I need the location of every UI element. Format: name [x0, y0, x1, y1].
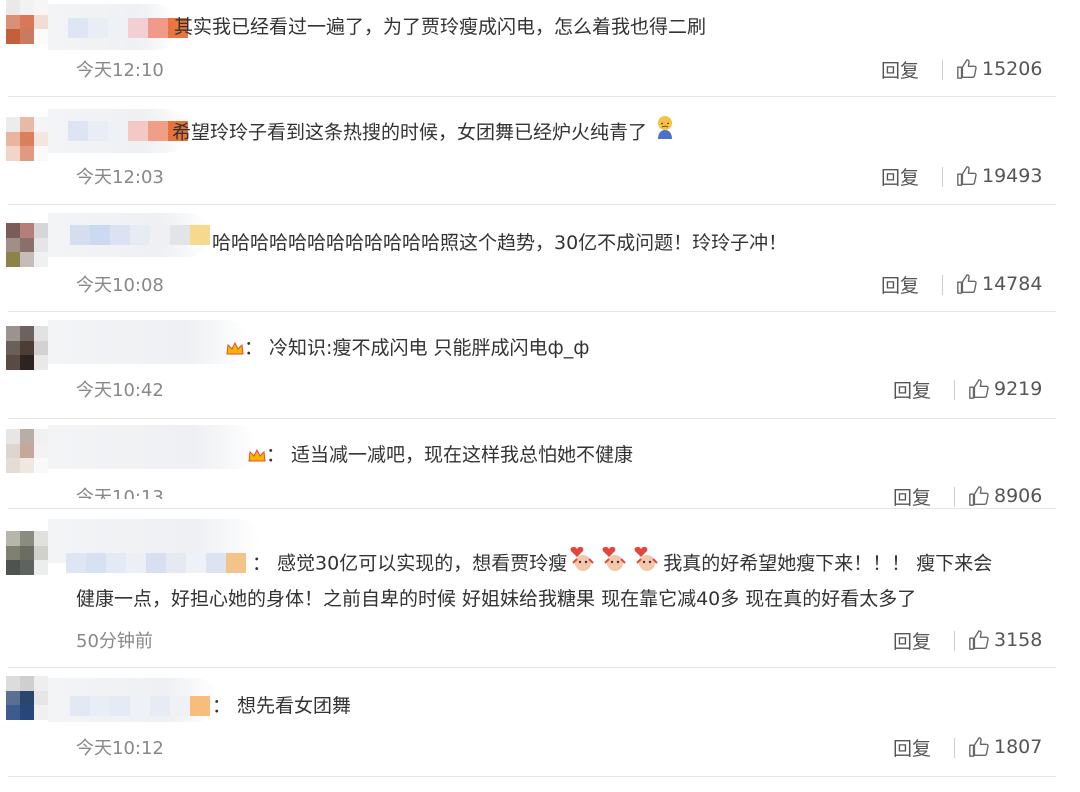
reply-button[interactable]: 回复	[881, 271, 919, 298]
thumbs-up-icon	[969, 486, 989, 506]
comment-item: 希望玲玲子看到这条热搜的时候，女团舞已经炉火纯青了 今天12:03 回复 194…	[0, 97, 1080, 204]
crown-badge-icon	[226, 341, 244, 354]
avatar[interactable]	[6, 223, 48, 281]
comment-text-content: ： 冷知识:瘦不成闪电 只能胖成闪电ф_ф	[244, 337, 590, 359]
comment-text: ： 适当减一减吧，现在这样我总怕她不健康	[248, 437, 633, 473]
comment-text-line2: 健康一点，好担心她的身体！之前自卑的时候 好姐妹给我糖果 现在靠它减40多 现在…	[76, 588, 917, 610]
username-pixelated	[68, 121, 188, 141]
like-count: 9219	[994, 378, 1043, 400]
comment-text-content: ： 适当减一减吧，现在这样我总怕她不健康	[266, 444, 634, 466]
comment-time: 今天10:08	[76, 275, 164, 296]
like-button[interactable]: 9219	[968, 378, 1042, 400]
separator	[954, 487, 955, 507]
avatar[interactable]	[6, 429, 48, 487]
comment-time: 今天12:10	[76, 60, 164, 81]
emoji-icon	[599, 543, 631, 585]
thumbs-up-icon	[957, 274, 977, 294]
like-count: 1807	[994, 736, 1043, 758]
reply-button[interactable]: 回复	[881, 56, 919, 83]
avatar[interactable]	[6, 531, 48, 589]
like-count: 19493	[982, 165, 1043, 187]
avatar[interactable]	[6, 0, 48, 50]
comment-divider	[8, 776, 1056, 777]
comment-text: ： 想先看女团舞	[212, 695, 352, 717]
avatar[interactable]	[6, 117, 48, 175]
username-pixelated	[70, 225, 210, 245]
like-count: 3158	[994, 629, 1043, 651]
thumbs-up-icon	[969, 737, 989, 757]
separator	[954, 631, 955, 651]
comment-time: 今天10:12	[76, 738, 164, 759]
comment-item: ： 适当减一减吧，现在这样我总怕她不健康 今天10:13 回复 8906	[0, 419, 1080, 510]
comment-text-content: 我真的好希望她瘦下来！！！ 瘦下来会	[663, 552, 993, 575]
username-pixelated	[68, 18, 188, 38]
comment-item: ： 感觉30亿可以实现的，想看贾玲瘦 我真的好希望她瘦下来！！！ 瘦下来会 健康一…	[0, 509, 1080, 667]
thumbs-up-icon	[957, 59, 977, 79]
thumbs-up-icon	[969, 379, 989, 399]
like-count: 14784	[982, 273, 1043, 295]
avatar[interactable]	[6, 326, 48, 384]
comment-time: 今天10:13	[76, 487, 164, 499]
emoji-icon	[631, 543, 663, 585]
comment-text-content: 希望玲玲子看到这条热搜的时候，女团舞已经炉火纯青了	[172, 121, 648, 144]
comment-item: ： 想先看女团舞 今天10:12 回复 1807	[0, 668, 1080, 776]
separator	[942, 275, 943, 295]
comment-time: 今天10:42	[76, 380, 164, 401]
thumbs-up-icon	[957, 166, 977, 186]
username-pixelated	[70, 696, 210, 716]
thumbs-up-icon	[969, 630, 989, 650]
emoji-icon	[567, 543, 599, 585]
like-count: 8906	[994, 485, 1043, 507]
comment-text: 哈哈哈哈哈哈哈哈哈哈哈哈照这个趋势，30亿不成问题！玲玲子冲！	[212, 232, 788, 254]
reply-button[interactable]: 回复	[893, 734, 931, 761]
comment-time: 今天12:03	[76, 167, 164, 188]
comment-item: 其实我已经看过一遍了，为了贾玲瘦成闪电，怎么着我也得二刷 今天12:10 回复 …	[0, 0, 1080, 95]
username-mosaic[interactable]	[48, 425, 258, 469]
username-mosaic[interactable]	[48, 320, 248, 364]
emoji-icon	[653, 114, 677, 152]
comment-item: ： 冷知识:瘦不成闪电 只能胖成闪电ф_ф 今天10:42 回复 9219	[0, 312, 1080, 418]
comment-item: 哈哈哈哈哈哈哈哈哈哈哈哈照这个趋势，30亿不成问题！玲玲子冲！ 今天10:08 …	[0, 205, 1080, 311]
separator	[954, 738, 955, 758]
like-button[interactable]: 8906	[968, 485, 1042, 507]
comment-text-content: ： 感觉30亿可以实现的，想看贾玲瘦	[252, 552, 568, 575]
separator	[942, 60, 943, 80]
like-count: 15206	[982, 58, 1043, 80]
like-button[interactable]: 19493	[956, 165, 1042, 187]
reply-button[interactable]: 回复	[893, 627, 931, 654]
like-button[interactable]: 1807	[968, 736, 1042, 758]
like-button[interactable]: 14784	[956, 273, 1042, 295]
like-button[interactable]: 15206	[956, 58, 1042, 80]
like-button[interactable]: 3158	[968, 629, 1042, 651]
reply-button[interactable]: 回复	[881, 163, 919, 190]
username-pixelated	[66, 553, 246, 573]
reply-button[interactable]: 回复	[893, 376, 931, 403]
separator	[954, 380, 955, 400]
comment-time: 50分钟前	[76, 631, 153, 652]
comment-text: ： 冷知识:瘦不成闪电 只能胖成闪电ф_ф	[226, 330, 589, 366]
avatar[interactable]	[6, 676, 48, 734]
comment-text: ： 感觉30亿可以实现的，想看贾玲瘦 我真的好希望她瘦下来！！！ 瘦下来会	[252, 543, 992, 585]
comment-text: 其实我已经看过一遍了，为了贾玲瘦成闪电，怎么着我也得二刷	[174, 16, 707, 38]
crown-badge-icon	[248, 448, 266, 461]
separator	[942, 167, 943, 187]
comment-text: 希望玲玲子看到这条热搜的时候，女团舞已经炉火纯青了	[172, 114, 677, 152]
reply-button[interactable]: 回复	[893, 483, 931, 510]
